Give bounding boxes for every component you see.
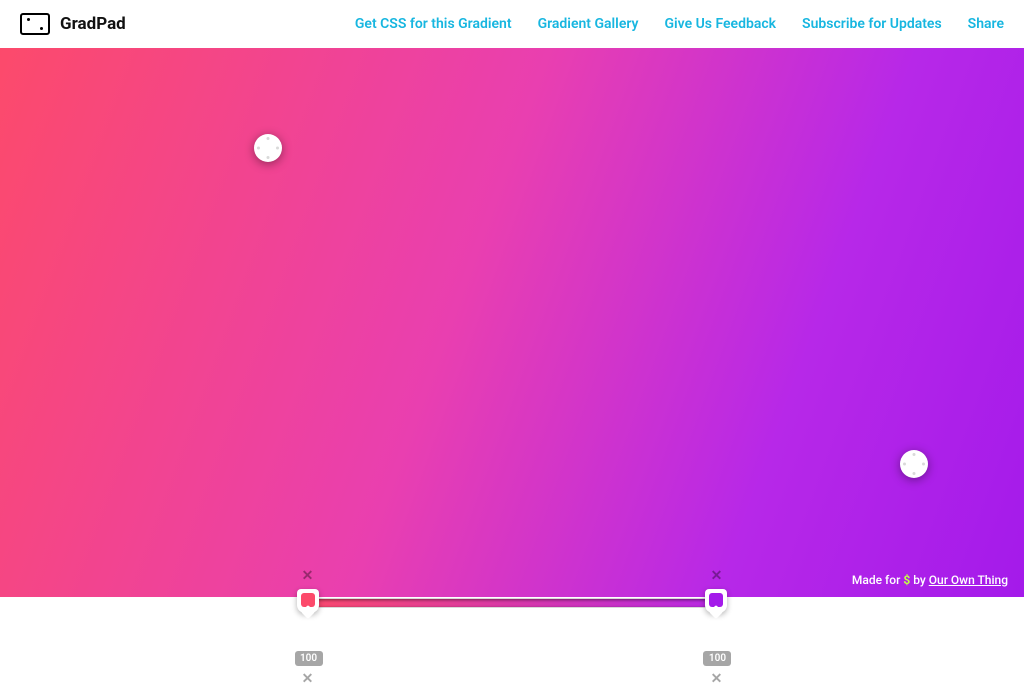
remove-opacity-stop-icon[interactable]: ✕ xyxy=(707,670,725,688)
gradient-track[interactable] xyxy=(299,599,725,607)
color-swatch xyxy=(709,593,723,607)
footer-author-link[interactable]: Our Own Thing xyxy=(929,573,1008,587)
nav-feedback[interactable]: Give Us Feedback xyxy=(664,16,776,32)
opacity-value: 100 xyxy=(295,651,323,666)
gradient-stop-editor: ✕ 100 ✕ ✕ 100 ✕ xyxy=(299,567,725,575)
nav-get-css[interactable]: Get CSS for this Gradient xyxy=(355,16,512,32)
remove-opacity-stop-icon[interactable]: ✕ xyxy=(299,670,317,688)
droplet-icon xyxy=(706,627,726,647)
footer-credit: Made for $ by Our Own Thing xyxy=(852,573,1008,587)
opacity-stop-handle[interactable] xyxy=(298,627,318,647)
brand-name: GradPad xyxy=(60,14,126,34)
nav-share[interactable]: Share xyxy=(968,16,1004,32)
remove-stop-icon[interactable]: ✕ xyxy=(707,567,725,585)
remove-stop-icon[interactable]: ✕ xyxy=(299,567,317,585)
opacity-value: 100 xyxy=(703,651,731,666)
nav-subscribe[interactable]: Subscribe for Updates xyxy=(802,16,942,32)
gradient-stop-1: ✕ 100 ✕ xyxy=(295,567,321,692)
main-nav: Get CSS for this Gradient Gradient Galle… xyxy=(355,16,1004,32)
drag-handle-icon xyxy=(254,134,282,162)
drag-handle-icon xyxy=(900,450,928,478)
gradient-direction-handle-start[interactable] xyxy=(254,134,282,162)
opacity-stop-handle[interactable] xyxy=(706,627,726,647)
gradient-canvas[interactable]: ✕ 100 ✕ ✕ 100 ✕ xyxy=(0,48,1024,597)
footer-prefix: Made for xyxy=(852,573,903,587)
gradient-stop-2: ✕ 100 ✕ xyxy=(703,567,729,692)
color-swatch xyxy=(301,593,315,607)
color-stop-handle[interactable] xyxy=(297,589,319,613)
brand-area[interactable]: GradPad xyxy=(20,13,126,35)
color-stop-handle[interactable] xyxy=(705,589,727,613)
gradient-direction-handle-end[interactable] xyxy=(900,450,928,478)
droplet-icon xyxy=(298,627,318,647)
footer-by: by xyxy=(910,573,929,587)
gradpad-logo-icon xyxy=(20,13,50,35)
nav-gradient-gallery[interactable]: Gradient Gallery xyxy=(538,16,639,32)
app-header: GradPad Get CSS for this Gradient Gradie… xyxy=(0,0,1024,48)
